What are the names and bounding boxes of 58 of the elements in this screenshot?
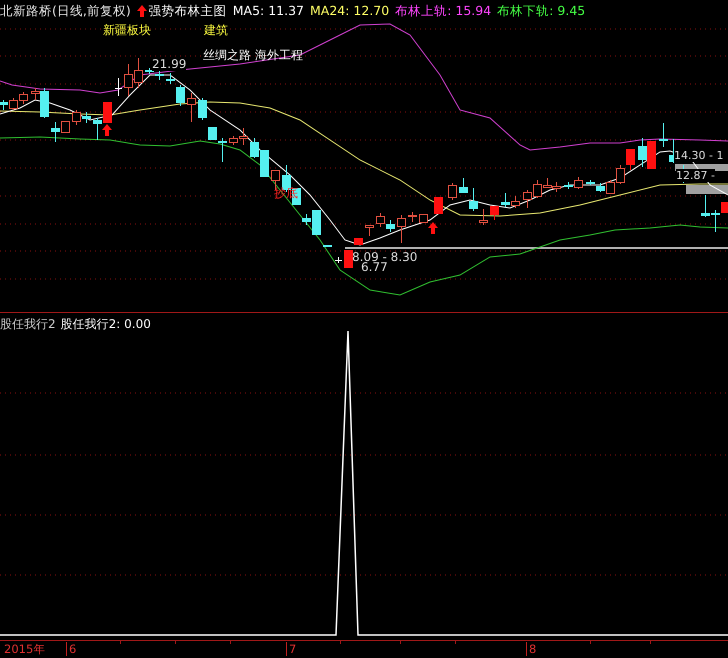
stock-title: 北新路桥(日线,前复权) xyxy=(0,4,131,18)
candlestick xyxy=(9,98,18,110)
up-arrow-icon xyxy=(428,222,438,234)
candlestick xyxy=(701,194,710,218)
chart-annotation: 6.77 xyxy=(361,261,388,274)
candlestick xyxy=(323,244,332,248)
candlestick xyxy=(626,148,635,170)
indicator-name: 股任我行2 xyxy=(0,316,56,333)
candlestick xyxy=(134,58,143,88)
candlestick xyxy=(511,196,520,208)
indicator-value: 布林下轨: 9.45 xyxy=(497,4,586,18)
indicator-value: 布林上轨: 15.94 xyxy=(395,4,492,18)
candlestick xyxy=(19,92,28,104)
candlestick xyxy=(365,224,374,236)
candlestick xyxy=(523,190,532,208)
candlestick xyxy=(198,98,207,120)
candlestick xyxy=(448,182,457,200)
candlestick xyxy=(408,212,417,222)
candlestick xyxy=(334,256,342,264)
candlestick xyxy=(354,238,363,246)
indicator-value: MA24: 12.70 xyxy=(310,4,390,18)
candlestick xyxy=(260,150,269,178)
up-arrow-icon xyxy=(136,5,147,17)
indicator-name: 强势布林主图 xyxy=(148,4,227,18)
indicator-reading: 股任我行2: 0.00 xyxy=(60,316,151,333)
candlestick xyxy=(616,164,625,184)
candlestick xyxy=(114,78,122,96)
candlestick xyxy=(82,112,91,124)
candlestick xyxy=(659,122,668,148)
candlestick xyxy=(490,206,499,220)
chart-annotation: 新疆板块 xyxy=(103,24,151,37)
candlestick xyxy=(501,192,510,208)
axis-label: 7 xyxy=(286,642,296,656)
candlestick xyxy=(419,214,428,223)
chart-annotation: 建筑 xyxy=(204,24,228,37)
up-arrow-icon xyxy=(102,124,112,136)
candlestick xyxy=(386,220,395,232)
candlestick xyxy=(479,208,488,226)
candlestick xyxy=(93,118,102,140)
candlestick xyxy=(187,92,196,122)
indicator-value: MA5: 11.37 xyxy=(232,4,304,18)
chart-annotation: 14.30 - 1 xyxy=(674,149,724,162)
axis-label: 2015年 xyxy=(3,642,46,656)
candlestick xyxy=(397,214,406,244)
candlestick xyxy=(124,64,133,96)
candlestick xyxy=(376,212,385,228)
candlestick xyxy=(552,182,561,192)
candlestick xyxy=(638,138,647,168)
candlestick xyxy=(103,102,112,124)
candlestick xyxy=(647,140,656,170)
chart-annotation: 21.99 xyxy=(152,58,186,71)
candlestick xyxy=(434,196,443,214)
candlestick xyxy=(344,250,353,268)
price-band-bar xyxy=(686,185,728,194)
candlestick xyxy=(72,110,81,126)
axis-label: 6 xyxy=(66,642,76,656)
axis-label: 8 xyxy=(526,642,536,656)
candlestick xyxy=(250,138,259,158)
